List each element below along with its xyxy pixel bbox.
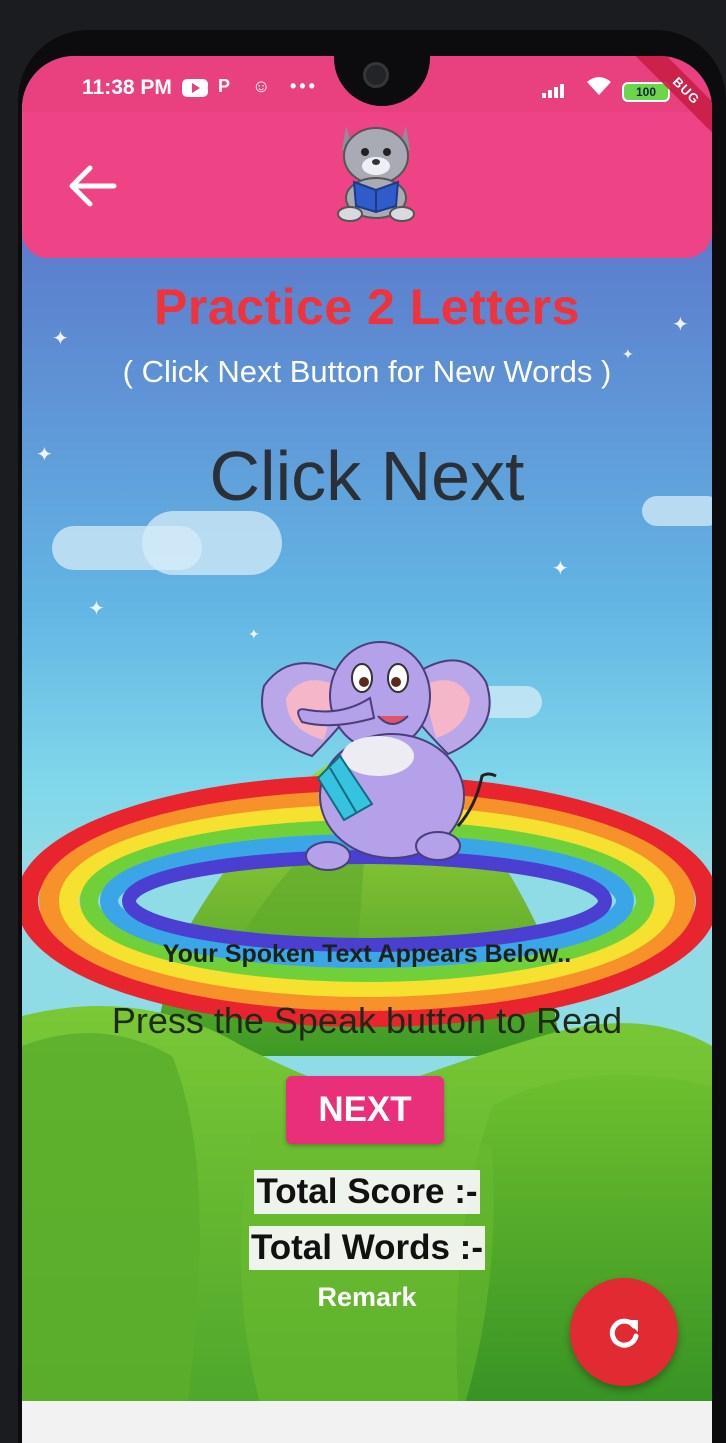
wifi-icon bbox=[586, 76, 612, 102]
youtube-icon bbox=[182, 79, 208, 97]
reset-button[interactable] bbox=[570, 1278, 678, 1386]
total-score-label: Total Score :- bbox=[254, 1170, 480, 1214]
status-time: 11:38 PM bbox=[82, 76, 172, 99]
more-dots-icon: ••• bbox=[290, 76, 318, 96]
app-screen: ✦ ✦ ✦ ✦ ✦ ✦ ✦ 11:38 PM P ☺ ••• 100 BUG P… bbox=[22, 56, 712, 1443]
current-word: Click Next bbox=[209, 437, 525, 515]
practice-subtitle: ( Click Next Button for New Words ) bbox=[122, 354, 612, 389]
camera-icon bbox=[363, 62, 389, 88]
practice-title: Practice 2 Letters bbox=[154, 279, 580, 335]
total-words-label: Total Words :- bbox=[248, 1226, 485, 1270]
spoken-text-heading: Your Spoken Text Appears Below.. bbox=[162, 940, 572, 968]
arrow-left-icon bbox=[69, 165, 117, 207]
signal-icon bbox=[542, 82, 570, 98]
total-score-row: Total Score :- bbox=[22, 1170, 712, 1214]
reading-cat-logo bbox=[337, 126, 415, 222]
back-button[interactable] bbox=[62, 156, 122, 216]
reading-elephant-illustration bbox=[261, 641, 497, 871]
app-bar bbox=[22, 108, 712, 258]
total-words-row: Total Words :- bbox=[22, 1226, 712, 1270]
battery-indicator: 100 bbox=[622, 82, 670, 102]
spoken-text-output: Press the Speak button to Read bbox=[111, 1000, 623, 1041]
next-button[interactable]: NEXT bbox=[286, 1076, 444, 1144]
refresh-icon bbox=[609, 1318, 639, 1348]
cat-app-icon: ☺ bbox=[252, 76, 271, 96]
navigation-bar bbox=[22, 1401, 712, 1443]
p-icon: P bbox=[218, 76, 231, 96]
